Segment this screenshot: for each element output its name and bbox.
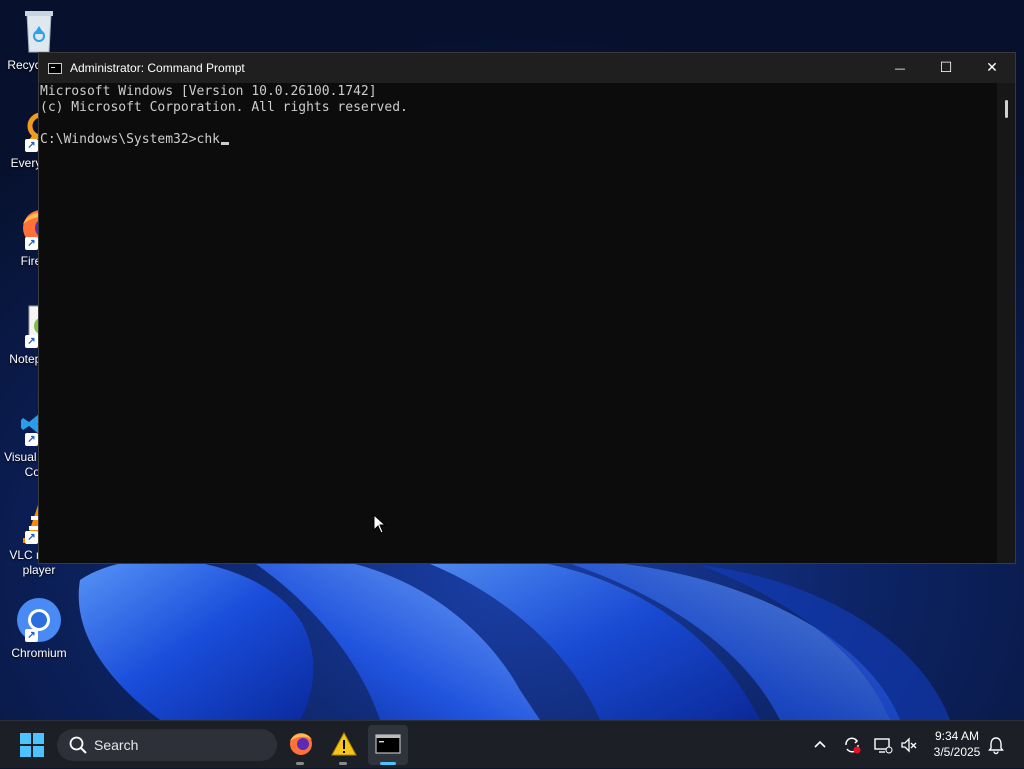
recycle-bin-icon: [15, 8, 63, 56]
update-status-button[interactable]: [842, 735, 862, 755]
desktop-icon-chromium[interactable]: ↗ Chromium: [2, 596, 76, 661]
notifications-button[interactable]: [986, 735, 1006, 755]
close-button[interactable]: ✕: [969, 53, 1015, 83]
window-controls: — ☐ ✕: [877, 53, 1015, 83]
window-title: Administrator: Command Prompt: [70, 61, 245, 75]
console-line: Microsoft Windows [Version 10.0.26100.17…: [40, 84, 377, 99]
search-placeholder: Search: [94, 737, 139, 753]
warning-icon: [331, 731, 357, 756]
clock-date: 3/5/2025: [933, 745, 981, 759]
shortcut-arrow-icon: ↗: [25, 433, 38, 446]
vertical-scrollbar[interactable]: [997, 83, 1015, 563]
network-button[interactable]: [873, 735, 893, 755]
maximize-button[interactable]: ☐: [923, 53, 969, 83]
running-indicator: [296, 762, 304, 765]
text-cursor: [221, 142, 230, 145]
taskbar: Search 9:34 AM 3/5/2025: [0, 720, 1024, 768]
volume-button[interactable]: [899, 735, 919, 755]
shortcut-arrow-icon: ↗: [25, 629, 38, 642]
maximize-icon: ☐: [939, 60, 953, 76]
console-output[interactable]: Microsoft Windows [Version 10.0.26100.17…: [39, 83, 997, 563]
desktop-icon-label: Chromium: [11, 646, 67, 660]
active-indicator: [380, 762, 396, 765]
running-indicator: [339, 762, 347, 765]
shortcut-arrow-icon: ↗: [25, 531, 38, 544]
minimize-button[interactable]: —: [877, 53, 923, 83]
windows-logo-pane: [20, 746, 31, 757]
firefox-icon: [290, 733, 312, 755]
windows-logo-icon: [20, 733, 31, 744]
network-disconnected-icon: [874, 738, 893, 754]
shortcut-arrow-icon: ↗: [25, 139, 38, 152]
command-prompt-window[interactable]: Administrator: Command Prompt — ☐ ✕ Micr…: [38, 52, 1016, 564]
taskbar-app-firefox[interactable]: [281, 725, 321, 765]
shortcut-arrow-icon: ↗: [25, 335, 38, 348]
close-icon: ✕: [986, 60, 998, 76]
show-hidden-icons-button[interactable]: [810, 735, 830, 755]
windows-logo-pane: [33, 746, 44, 757]
clock-time: 9:34 AM: [934, 729, 980, 743]
console-prompt-line[interactable]: C:\Windows\System32>chk: [40, 132, 997, 148]
console-line: (c) Microsoft Corporation. All rights re…: [40, 100, 408, 115]
window-titlebar[interactable]: Administrator: Command Prompt — ☐ ✕: [39, 53, 1015, 83]
sync-icon: [845, 737, 861, 754]
chromium-icon: ↗: [15, 596, 63, 644]
speaker-muted-icon: [901, 737, 917, 753]
search-icon: [69, 736, 87, 754]
minimize-icon: —: [894, 61, 906, 75]
chevron-up-icon: [814, 740, 826, 748]
start-button[interactable]: [20, 733, 44, 757]
taskbar-app-command-prompt[interactable]: [368, 725, 408, 765]
taskbar-app-warning[interactable]: [324, 725, 364, 765]
console-app-icon: [48, 62, 62, 74]
bell-icon: [988, 737, 1004, 755]
mouse-pointer-icon: [373, 514, 387, 534]
terminal-icon: [375, 734, 401, 754]
console-input: C:\Windows\System32>chk: [40, 132, 221, 147]
taskbar-search[interactable]: Search: [57, 729, 277, 761]
scrollbar-thumb[interactable]: [1005, 100, 1008, 118]
shortcut-arrow-icon: ↗: [25, 237, 38, 250]
taskbar-clock[interactable]: 9:34 AM 3/5/2025: [922, 728, 992, 760]
windows-logo-pane: [33, 733, 44, 744]
